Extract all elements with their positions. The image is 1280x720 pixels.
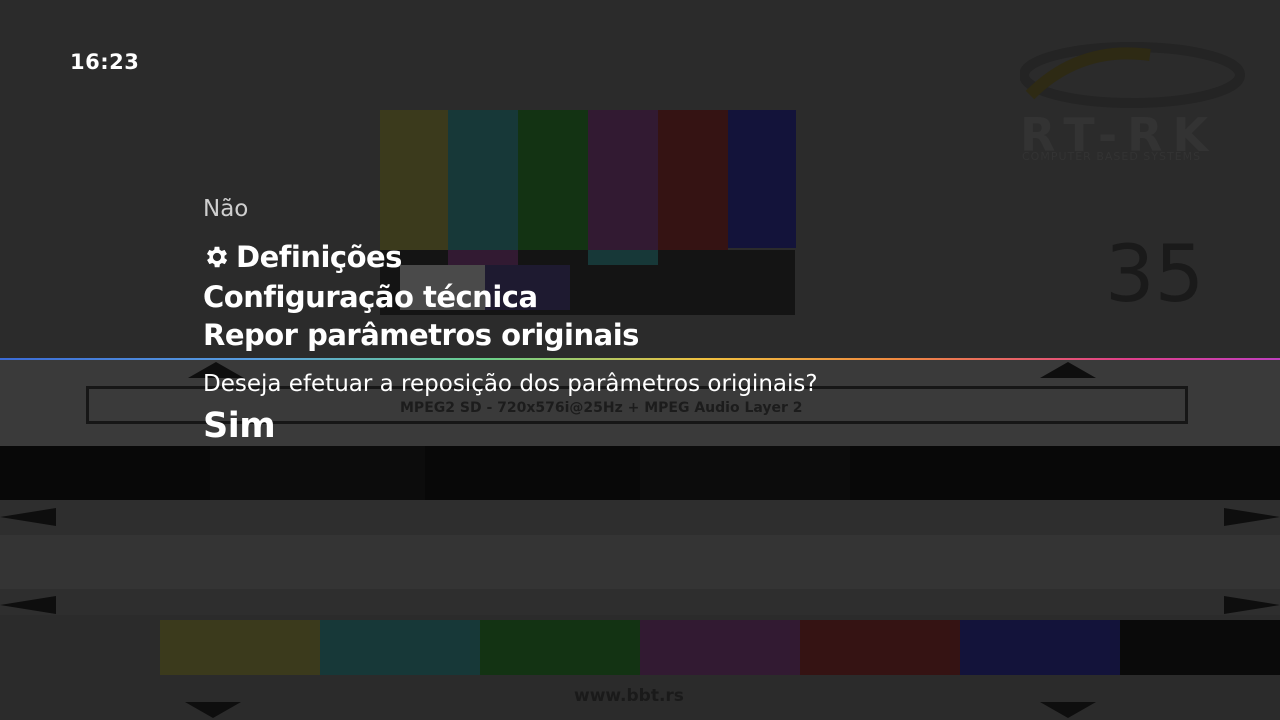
divider-line [0, 358, 1280, 360]
breadcrumb-label: Definições [236, 240, 402, 274]
breadcrumb-settings: Definições [203, 240, 402, 274]
logo-subtitle: COMPUTER BASED SYSTEMS [1022, 150, 1202, 163]
option-yes-selected[interactable]: Sim [203, 406, 276, 446]
stream-info: MPEG2 SD - 720x576i@25Hz + MPEG Audio La… [400, 400, 803, 416]
page-title: Repor parâmetros originais [203, 318, 639, 352]
channel-number: 35 [1105, 230, 1205, 320]
option-no[interactable]: Não [203, 196, 248, 222]
dialog-question: Deseja efetuar a reposição dos parâmetro… [203, 371, 818, 397]
rtrk-logo-icon [1020, 42, 1245, 108]
clock: 16:23 [70, 50, 140, 74]
test-card-url: www.bbt.rs [574, 686, 684, 706]
gear-icon [203, 243, 231, 271]
breadcrumb-technical-config: Configuração técnica [203, 280, 538, 314]
